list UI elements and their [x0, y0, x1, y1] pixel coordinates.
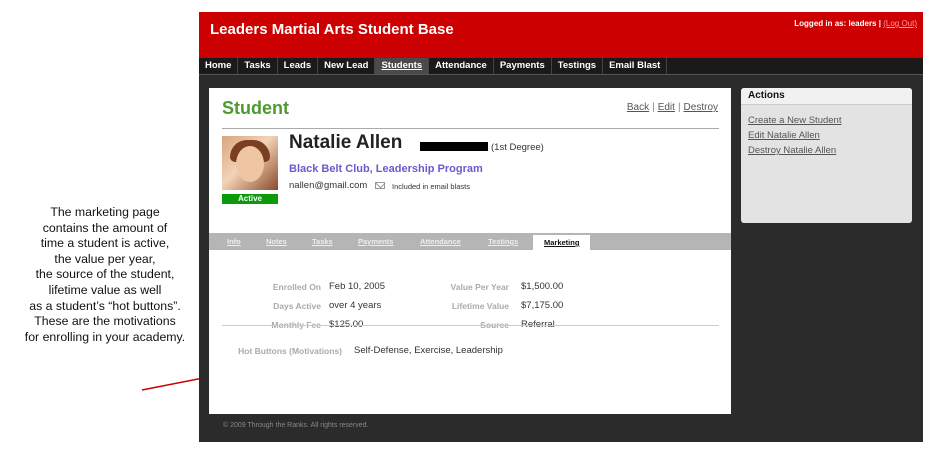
envelope-icon	[375, 182, 385, 189]
caption-line: for enrolling in your academy.	[24, 329, 186, 344]
main-nav: Home Tasks Leads New Lead Students Atten…	[199, 58, 923, 75]
actions-title: Actions	[748, 90, 785, 101]
page-actions: Back | Edit | Destroy	[627, 102, 718, 113]
tab-attendance[interactable]: Attendance	[420, 233, 461, 250]
student-degree: (1st Degree)	[491, 142, 544, 153]
tab-tasks[interactable]: Tasks	[312, 233, 333, 250]
enrolled-on-value: Feb 10, 2005	[329, 281, 385, 292]
student-name: Natalie Allen	[289, 132, 403, 153]
value-per-year-value: $1,500.00	[521, 281, 564, 292]
caption-line: as a student’s “hot buttons”.	[29, 298, 181, 313]
nav-tasks[interactable]: Tasks	[238, 58, 278, 74]
link-separator: |	[652, 102, 655, 113]
link-separator: |	[677, 102, 681, 113]
actions-panel: Actions Create a New Student Edit Natali…	[741, 88, 912, 223]
redaction-bar	[420, 142, 488, 151]
nav-testings[interactable]: Testings	[552, 58, 604, 74]
days-active-value: over 4 years	[329, 300, 382, 311]
logout-link[interactable]: (Log Out)	[883, 19, 917, 28]
nav-email-blast[interactable]: Email Blast	[603, 58, 668, 74]
caption-line: The marketing page	[50, 205, 160, 219]
tab-notes[interactable]: Notes	[266, 233, 287, 250]
value-per-year-label: Value Per Year	[450, 282, 509, 292]
hot-buttons-label: Hot Buttons (Motivations)	[238, 346, 342, 356]
nav-students[interactable]: Students	[375, 58, 430, 74]
app-title: Leaders Martial Arts Student Base	[210, 21, 454, 38]
nav-new-lead[interactable]: New Lead	[318, 58, 376, 74]
nav-home[interactable]: Home	[199, 58, 239, 74]
student-email: nallen@gmail.com	[289, 180, 368, 191]
email-blast-note: Included in email blasts	[392, 182, 470, 191]
caption-line: the value per year,	[54, 251, 156, 266]
lifetime-value-value: $7,175.00	[521, 300, 564, 311]
app-header: Leaders Martial Arts Student Base Logged…	[199, 12, 923, 58]
app-window: Leaders Martial Arts Student Base Logged…	[199, 12, 923, 442]
student-photo	[222, 136, 278, 190]
hot-buttons-value: Self-Defense, Exercise, Leadership	[354, 345, 503, 356]
nav-attendance[interactable]: Attendance	[429, 58, 494, 74]
tab-testings[interactable]: Testings	[488, 233, 518, 250]
enrolled-on-label: Enrolled On	[272, 282, 321, 292]
student-tabs: Info Notes Tasks Payments Attendance Tes…	[209, 233, 731, 250]
tab-info[interactable]: Info	[227, 233, 241, 250]
lifetime-value-label: Lifetime Value	[451, 301, 509, 311]
tab-marketing[interactable]: Marketing	[533, 235, 591, 250]
student-panel: Student Back | Edit | Destroy Active Natalie…	[209, 88, 731, 414]
marketing-caption: The marketing page contains the amount o…	[10, 205, 200, 345]
create-student-link[interactable]: Create a New Student	[748, 115, 841, 126]
student-programs: Black Belt Club, Leadership Program	[289, 163, 483, 175]
logged-in-text: Logged in as: leaders |	[794, 19, 884, 28]
divider	[222, 325, 719, 326]
tab-payments[interactable]: Payments	[358, 233, 393, 250]
edit-link[interactable]: Edit	[658, 102, 675, 113]
destroy-link[interactable]: Destroy	[684, 102, 718, 113]
login-status: Logged in as: leaders | (Log Out)	[794, 19, 917, 28]
nav-payments[interactable]: Payments	[494, 58, 552, 74]
back-link[interactable]: Back	[627, 102, 649, 113]
days-active-label: Days Active	[273, 301, 321, 311]
caption-line: the source of the student,	[35, 267, 175, 282]
caption-line: lifetime value as well	[48, 282, 162, 297]
status-badge: Active	[222, 194, 278, 204]
caption-line: contains the amount of	[42, 220, 168, 235]
actions-header: Actions	[741, 88, 912, 105]
edit-student-link[interactable]: Edit Natalie Allen	[748, 130, 820, 141]
nav-leads[interactable]: Leads	[278, 58, 319, 74]
footer-copyright: © 2009 Through the Ranks. All rights res…	[223, 422, 369, 429]
caption-line: time a student is active,	[40, 236, 170, 251]
divider	[222, 128, 719, 129]
caption-line: These are the motivations	[34, 314, 176, 329]
page-title: Student	[222, 98, 289, 118]
photo-face	[236, 146, 264, 182]
destroy-student-link[interactable]: Destroy Natalie Allen	[748, 145, 836, 156]
